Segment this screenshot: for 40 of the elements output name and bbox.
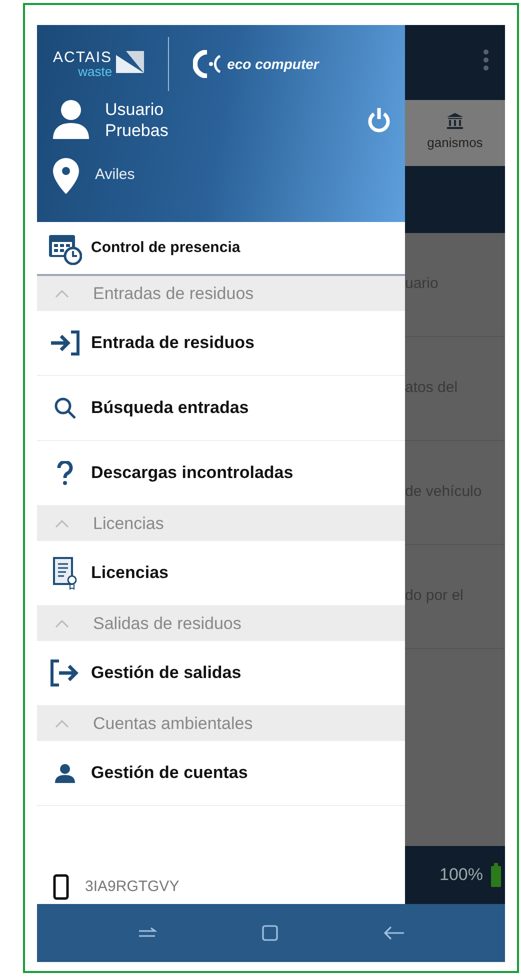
more-options-icon[interactable] bbox=[483, 49, 489, 71]
section-title: Entradas de residuos bbox=[93, 282, 254, 305]
bank-building-icon bbox=[447, 113, 463, 130]
device-id: 3IA9RGTGVY bbox=[85, 876, 180, 897]
menu-item[interactable]: Gestión de cuentas bbox=[37, 741, 405, 806]
search-icon bbox=[53, 396, 77, 420]
sign-in-icon bbox=[49, 330, 81, 356]
chevron-up-icon bbox=[55, 720, 69, 728]
chevron-up-icon bbox=[55, 290, 69, 298]
user-name: Usuario Pruebas bbox=[105, 99, 170, 142]
battery-reading: 100% bbox=[440, 864, 483, 886]
user-icon bbox=[54, 763, 76, 783]
section-header[interactable]: Licencias bbox=[37, 506, 405, 541]
logo-text: ACTAIS bbox=[53, 50, 112, 65]
battery-icon bbox=[491, 863, 501, 887]
home-icon[interactable] bbox=[261, 924, 279, 942]
tab[interactable]: ganismos bbox=[405, 100, 505, 166]
location-name: Aviles bbox=[95, 165, 135, 186]
section-title: Cuentas ambientales bbox=[93, 712, 253, 735]
power-icon[interactable] bbox=[367, 107, 391, 133]
recent-apps-icon[interactable] bbox=[137, 926, 157, 940]
section-title: Salidas de residuos bbox=[93, 612, 242, 635]
menu-item[interactable]: Entrada de residuos bbox=[37, 311, 405, 376]
certificate-document-icon bbox=[52, 556, 78, 590]
section-header[interactable]: Entradas de residuos bbox=[37, 276, 405, 311]
tab-label: ganismos bbox=[427, 134, 483, 152]
question-mark-icon bbox=[56, 461, 74, 485]
back-icon[interactable] bbox=[383, 925, 405, 941]
phone-icon bbox=[53, 874, 69, 900]
user-icon bbox=[53, 99, 89, 139]
chevron-up-icon bbox=[55, 520, 69, 528]
section-header[interactable]: Salidas de residuos bbox=[37, 606, 405, 641]
logo-mark-icon bbox=[193, 50, 224, 78]
section-title: Licencias bbox=[93, 512, 164, 535]
logo-text: eco computer bbox=[227, 54, 319, 74]
sign-out-icon bbox=[49, 659, 81, 687]
chevron-up-icon bbox=[55, 620, 69, 628]
section-header[interactable]: Cuentas ambientales bbox=[37, 706, 405, 741]
location-pin-icon bbox=[53, 158, 79, 194]
logo-subtext: waste bbox=[78, 65, 112, 78]
